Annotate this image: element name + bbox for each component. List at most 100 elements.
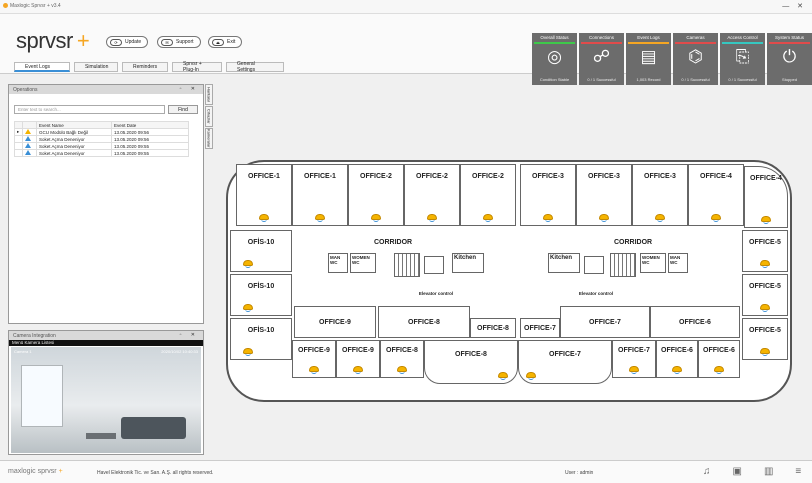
camera-panel: Camera Integration ▫ ✕ Menü Kamera Liste… — [8, 330, 204, 455]
room-office-6-bottom-a[interactable]: OFFICE-6 — [656, 340, 698, 378]
event-name: Soket Açma Deneniyor — [36, 135, 112, 143]
find-button[interactable]: Find — [168, 105, 198, 114]
tile-access-control[interactable]: Access Control ⎘ 0 / 1 Successful — [720, 33, 765, 85]
elevator-control-right[interactable]: Elevator control — [576, 291, 616, 296]
room-office-3c[interactable]: OFFICE-3 — [632, 164, 688, 226]
room-ofis-10b[interactable]: OFİS-10 — [230, 274, 292, 316]
room-label: OFİS-10 — [247, 239, 275, 246]
tab-event-logs[interactable]: Event Logs — [14, 62, 70, 72]
tab-plugin[interactable]: Sprvsr + Plug-In — [172, 61, 222, 73]
row-marker: ▸ — [14, 128, 23, 136]
support-label: Support — [176, 39, 194, 45]
table-row[interactable]: Soket Açma Deneniyor 13.05.2020 09:55 — [14, 149, 189, 157]
layout-icon[interactable]: ▥ — [764, 466, 773, 477]
column-header — [14, 121, 23, 129]
room-label: OFFICE-7 — [524, 325, 556, 332]
table-row[interactable]: ▸ GCU Modülü Bağlı Değil 13.05.2020 09:5… — [14, 128, 189, 136]
side-tab-maps[interactable]: Haritalar — [205, 84, 213, 105]
tile-system-status[interactable]: System Status ⏻ Stopped — [767, 33, 812, 85]
tile-event-logs[interactable]: Event Logs ▤ 1,003 Record — [626, 33, 671, 85]
room-office-5b[interactable]: OFFICE-5 — [742, 274, 788, 316]
elevator-left[interactable] — [424, 256, 444, 274]
room-ofis-10c[interactable]: OFİS-10 — [230, 318, 292, 360]
tile-connections[interactable]: Connections ☍ 0 / 1 Successful — [579, 33, 624, 85]
room-office-8-inner-a[interactable]: OFFICE-8 — [378, 306, 470, 338]
side-tab-devices[interactable]: Cihazlar — [205, 106, 213, 127]
room-office-7-bottom-a[interactable]: OFFICE-7 — [518, 340, 612, 384]
room-office-8-inner-b[interactable]: OFFICE-8 — [470, 318, 516, 338]
room-office-8-bottom-b[interactable]: OFFICE-8 — [424, 340, 518, 384]
table-row[interactable]: Soket Açma Deneniyor 13.05.2020 09:56 — [14, 135, 189, 143]
title-bar: Maxlogic Sprvsr + v3.4 — ✕ — [0, 0, 812, 14]
room-office-1a[interactable]: OFFICE-1 — [236, 164, 292, 226]
table-row[interactable]: Soket Açma Deneniyor 13.05.2020 09:55 — [14, 142, 189, 150]
elevator-control-left[interactable]: Elevator control — [416, 291, 456, 296]
room-office-5c[interactable]: OFFICE-5 — [742, 318, 788, 360]
tile-bar — [534, 42, 575, 44]
room-office-7-bottom-b[interactable]: OFFICE-7 — [612, 340, 656, 378]
feed-sofa — [121, 417, 186, 439]
lamp-icon — [760, 304, 770, 312]
kitchen-right[interactable]: Kitchen — [548, 253, 580, 273]
camera-menu[interactable]: Menü Kamera Listesi — [9, 340, 203, 346]
room-office-2c[interactable]: OFFICE-2 — [460, 164, 516, 226]
room-office-6-inner[interactable]: OFFICE-6 — [650, 306, 740, 338]
support-button[interactable]: ✉ Support — [157, 36, 201, 48]
elevator-right[interactable] — [584, 256, 604, 274]
women-wc-right[interactable]: WOMEN WC — [640, 253, 666, 273]
room-office-4b[interactable]: OFFICE-4 — [744, 166, 788, 228]
table-header-row: Event Name Event Date — [14, 121, 189, 129]
panel-controls[interactable]: ▫ ✕ — [180, 332, 199, 338]
room-office-8-bottom-a[interactable]: OFFICE-8 — [380, 340, 424, 378]
column-header-event-date[interactable]: Event Date — [111, 121, 189, 129]
room-label: OFFICE-2 — [416, 173, 448, 180]
room-office-9-bottom-a[interactable]: OFFICE-9 — [292, 340, 336, 378]
exit-label: Exit — [227, 39, 236, 45]
tile-bar — [769, 42, 810, 44]
tab-simulation[interactable]: Simulation — [74, 62, 118, 72]
room-label: OFİS-10 — [247, 327, 275, 334]
man-wc-right[interactable]: MAN WC — [668, 253, 688, 273]
room-office-3b[interactable]: OFFICE-3 — [576, 164, 632, 226]
room-office-1b[interactable]: OFFICE-1 — [292, 164, 348, 226]
menu-icon[interactable]: ≡ — [795, 466, 801, 477]
kitchen-left[interactable]: Kitchen — [452, 253, 484, 273]
women-wc-left[interactable]: WOMEN WC — [350, 253, 376, 273]
panel-controls[interactable]: ▫ ✕ — [180, 86, 199, 92]
room-office-4a[interactable]: OFFICE-4 — [688, 164, 744, 226]
room-office-7-inner-b[interactable]: OFFICE-7 — [560, 306, 650, 338]
room-office-2a[interactable]: OFFICE-2 — [348, 164, 404, 226]
tab-general-settings[interactable]: General Settings — [226, 61, 284, 73]
room-office-7-inner-a[interactable]: OFFICE-7 — [520, 318, 560, 338]
room-label: OFFICE-6 — [703, 347, 735, 354]
lamp-icon — [672, 366, 682, 374]
lamp-icon — [526, 372, 536, 380]
room-label: OFFICE-3 — [644, 173, 676, 180]
room-office-9-inner[interactable]: OFFICE-9 — [294, 306, 376, 338]
tile-cameras[interactable]: Cameras ⌬ 0 / 1 Successful — [673, 33, 718, 85]
status-icons: ♫ ▣ ▥ ≡ — [703, 466, 801, 477]
lamp-icon — [599, 214, 609, 222]
man-wc-left[interactable]: MAN WC — [328, 253, 348, 273]
camera-feed[interactable]: Camera 1 2020/10/02 10:40:33 — [11, 347, 201, 453]
stairs-left — [394, 253, 420, 277]
room-office-9-bottom-b[interactable]: OFFICE-9 — [336, 340, 380, 378]
exit-button[interactable]: ⏏ Exit — [208, 36, 243, 48]
room-office-5a[interactable]: OFFICE-5 — [742, 230, 788, 272]
update-button[interactable]: ⟳ Update — [106, 36, 149, 48]
speaker-icon[interactable]: ♫ — [703, 466, 711, 477]
lamp-icon — [243, 304, 253, 312]
feed-table — [86, 433, 116, 439]
side-tab-cameras[interactable]: Kameralar — [205, 128, 213, 149]
window-controls[interactable]: — ✕ — [782, 2, 806, 10]
room-office-3a[interactable]: OFFICE-3 — [520, 164, 576, 226]
tile-overall-status[interactable]: Overall Status ◎ Condition Stable — [532, 33, 577, 85]
room-office-6-bottom-b[interactable]: OFFICE-6 — [698, 340, 740, 378]
room-office-2b[interactable]: OFFICE-2 — [404, 164, 460, 226]
tab-reminders[interactable]: Reminders — [122, 62, 168, 72]
column-header-event-name[interactable]: Event Name — [36, 121, 112, 129]
chat-icon: ✉ — [161, 38, 173, 46]
room-ofis-10a[interactable]: OFİS-10 — [230, 230, 292, 272]
card-reader-icon[interactable]: ▣ — [733, 466, 742, 477]
search-input[interactable]: Enter text to search... — [14, 105, 165, 114]
